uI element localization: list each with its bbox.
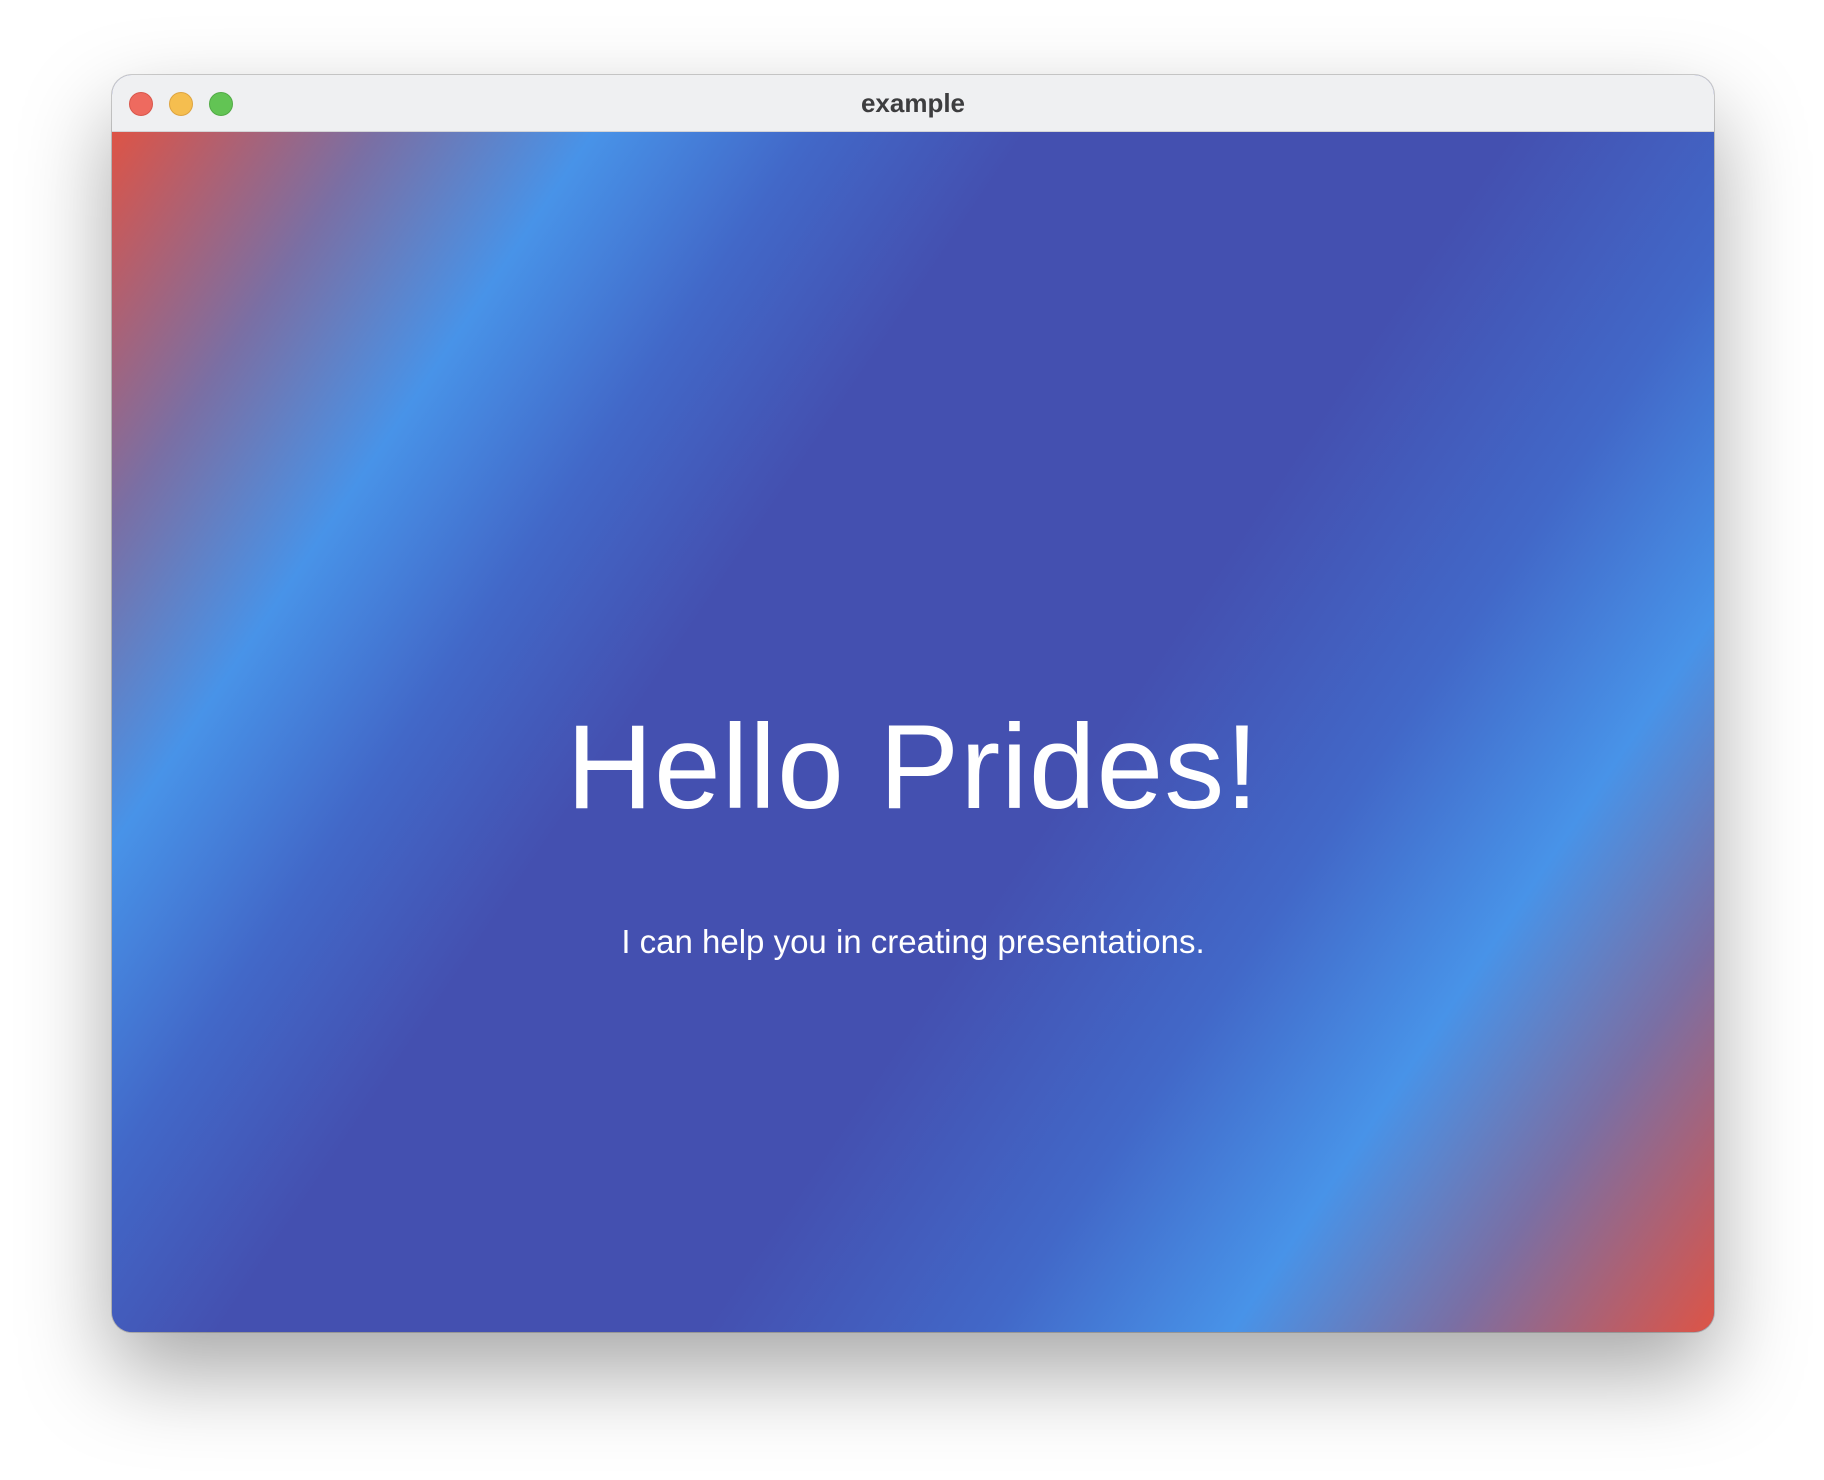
- slide-subtitle: I can help you in creating presentations…: [621, 923, 1205, 960]
- slide-headline: Hello Prides!: [566, 700, 1260, 834]
- app-window: example Hello Prides! I can help you in …: [112, 75, 1714, 1332]
- presentation-slide: Hello Prides! I can help you in creating…: [112, 132, 1714, 1332]
- title-bar[interactable]: example: [112, 75, 1714, 132]
- window-title: example: [860, 88, 966, 118]
